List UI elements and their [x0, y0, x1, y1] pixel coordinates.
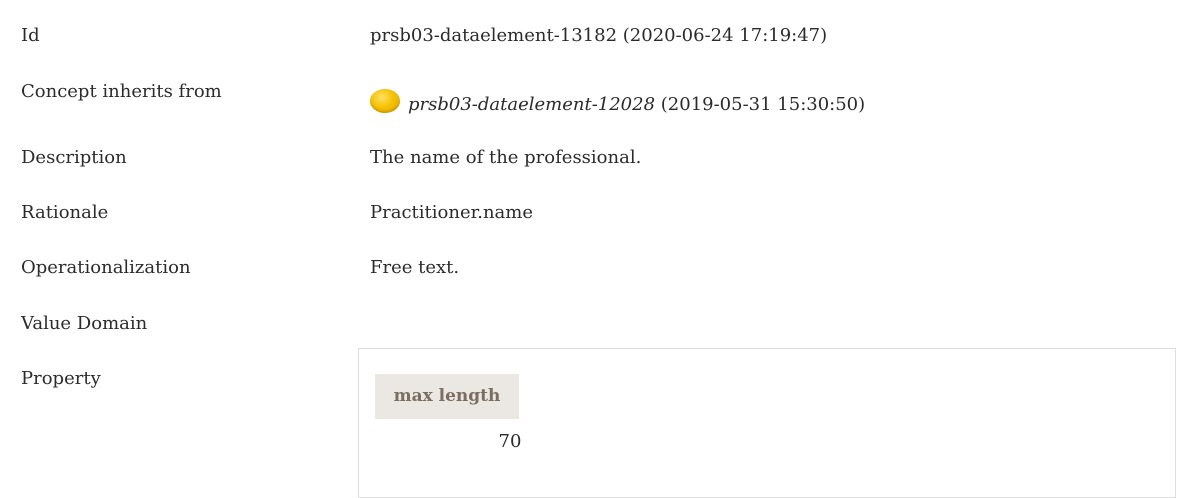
description-value: The name of the professional.	[370, 147, 642, 168]
inherits-value: prsb03-dataelement-12028 (2019-05-31 15:…	[370, 89, 865, 115]
operationalization-label: Operationalization	[21, 257, 191, 278]
id-value: prsb03-dataelement-13182 (2020-06-24 17:…	[370, 25, 828, 46]
rationale-label: Rationale	[21, 202, 109, 223]
value-domain-label: Value Domain	[21, 313, 148, 334]
rationale-value: Practitioner.name	[370, 202, 533, 223]
id-label: Id	[21, 25, 40, 46]
max-length-value: 70	[498, 431, 522, 452]
status-circle-icon	[370, 89, 400, 113]
max-length-header: max length	[375, 374, 519, 419]
operationalization-value: Free text.	[370, 257, 460, 278]
property-label: Property	[21, 368, 101, 389]
inherits-label: Concept inherits from	[21, 81, 222, 102]
inherits-date: (2019-05-31 15:30:50)	[655, 94, 866, 115]
description-label: Description	[21, 147, 127, 168]
inherits-link[interactable]: prsb03-dataelement-12028	[408, 94, 655, 115]
property-table: max length 70	[358, 348, 1176, 498]
